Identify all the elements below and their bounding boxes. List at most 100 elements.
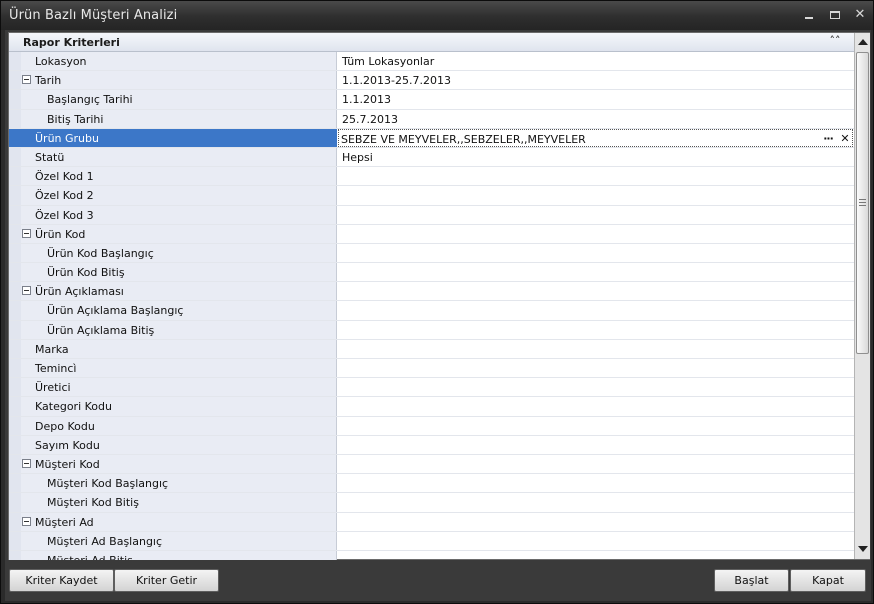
- property-name-cell[interactable]: Tarih: [9, 71, 337, 90]
- property-row[interactable]: Marka: [9, 339, 854, 359]
- row-indent: [9, 224, 21, 243]
- property-name-cell[interactable]: Üretici: [9, 378, 337, 397]
- property-name-cell[interactable]: Lokasyon: [9, 52, 337, 71]
- property-value[interactable]: 1.1.2013: [342, 93, 391, 106]
- property-row[interactable]: Sayım Kodu: [9, 435, 854, 455]
- property-row[interactable]: Temincì: [9, 359, 854, 379]
- property-value[interactable]: 25.7.2013: [342, 113, 398, 126]
- row-indent: [9, 397, 21, 416]
- row-indent: [9, 301, 21, 320]
- property-label: Ürün Kod Bitiş: [47, 266, 125, 280]
- property-name-cell[interactable]: Sayım Kodu: [9, 435, 337, 454]
- property-label: Özel Kod 2: [35, 189, 94, 203]
- property-name-cell[interactable]: Müşteri Ad: [9, 512, 337, 531]
- collapse-minus-icon[interactable]: [22, 516, 31, 526]
- collapse-minus-icon[interactable]: [22, 458, 31, 468]
- property-row[interactable]: Ürün Kod Başlangıç: [9, 243, 854, 264]
- property-row[interactable]: Tarih 1.1.2013-25.7.2013: [9, 71, 854, 91]
- property-name-cell[interactable]: Başlangıç Tarihi: [9, 90, 337, 109]
- property-row[interactable]: Özel Kod 2: [9, 186, 854, 206]
- property-name-cell[interactable]: Depo Kodu: [9, 416, 337, 435]
- category-header[interactable]: Rapor Kriterleri ˄˄: [9, 33, 854, 52]
- property-name-cell[interactable]: Özel Kod 2: [9, 186, 337, 205]
- property-value[interactable]: SEBZE VE MEYVELER,,SEBZELER,,MEYVELER: [341, 133, 586, 146]
- minimize-icon[interactable]: [801, 7, 817, 23]
- property-name-cell[interactable]: Ürün Kod Başlangıç: [9, 243, 337, 263]
- property-name-cell[interactable]: Statü: [9, 147, 337, 167]
- row-indent: [9, 71, 21, 90]
- row-indent: [9, 128, 21, 147]
- collapse-minus-icon[interactable]: [22, 286, 31, 296]
- property-row[interactable]: Özel Kod 3: [9, 205, 854, 225]
- property-name-cell[interactable]: Marka: [9, 339, 337, 358]
- property-row[interactable]: Kategori Kodu: [9, 397, 854, 417]
- row-indent: [9, 378, 21, 397]
- scroll-down-arrow-icon[interactable]: [857, 542, 868, 556]
- property-name-cell[interactable]: Ürün Açıklama Bitiş: [9, 320, 337, 339]
- property-name-cell[interactable]: Ürün Grubu: [9, 128, 337, 147]
- property-row[interactable]: Depo Kodu: [9, 416, 854, 436]
- property-row[interactable]: Müşteri Ad Bitiş: [9, 550, 854, 560]
- save-criteria-button[interactable]: Kriter Kaydet: [9, 569, 114, 592]
- property-row[interactable]: Başlangıç Tarihi 1.1.2013: [9, 90, 854, 110]
- property-row[interactable]: Lokasyon Tüm Lokasyonlar: [9, 52, 854, 72]
- property-name-cell[interactable]: Ürün Kod: [9, 224, 337, 243]
- property-row[interactable]: Ürün Açıklama Bitiş: [9, 320, 854, 340]
- property-row[interactable]: Müşteri Ad Başlangıç: [9, 531, 854, 551]
- property-row[interactable]: Ürün Kod Bitiş: [9, 263, 854, 283]
- property-name-cell[interactable]: Özel Kod 1: [9, 167, 337, 186]
- property-name-cell[interactable]: Müşteri Ad Bitiş: [9, 550, 337, 560]
- property-row[interactable]: Ürün Açıklaması: [9, 282, 854, 302]
- property-label: Özel Kod 1: [35, 170, 94, 184]
- scroll-up-arrow-icon[interactable]: [857, 35, 868, 49]
- property-name-cell[interactable]: Kategori Kodu: [9, 397, 337, 416]
- property-label: Bitiş Tarihi: [47, 112, 104, 126]
- property-name-cell[interactable]: Müşteri Kod: [9, 454, 337, 474]
- property-label: Müşteri Kod: [35, 457, 100, 471]
- property-name-cell[interactable]: Müşteri Kod Başlangıç: [9, 474, 337, 493]
- close-icon[interactable]: ✕: [852, 7, 868, 23]
- property-row[interactable]: Müşteri Kod Başlangıç: [9, 474, 854, 494]
- property-name-cell[interactable]: Ürün Açıklama Başlangıç: [9, 301, 337, 320]
- property-row[interactable]: Statü Hepsi: [9, 147, 854, 168]
- property-value[interactable]: 1.1.2013-25.7.2013: [342, 74, 451, 87]
- property-label: Ürün Açıklama Bitiş: [47, 323, 155, 337]
- start-button[interactable]: Başlat: [714, 569, 789, 592]
- property-row[interactable]: Ürün Açıklama Başlangıç: [9, 301, 854, 321]
- property-label: Temincì: [35, 362, 77, 375]
- close-button[interactable]: Kapat: [790, 569, 866, 592]
- scrollbar-thumb[interactable]: [856, 52, 869, 354]
- property-value-editor[interactable]: SEBZE VE MEYVELER,,SEBZELER,,MEYVELER ···…: [338, 128, 853, 147]
- property-name-cell[interactable]: Müşteri Kod Bitiş: [9, 493, 337, 512]
- property-value[interactable]: Tüm Lokasyonlar: [342, 55, 434, 68]
- clear-icon[interactable]: ✕: [838, 131, 852, 146]
- property-row[interactable]: Üretici: [9, 378, 854, 398]
- property-name-cell[interactable]: Temincì: [9, 359, 337, 378]
- property-row[interactable]: Ürün Grubu SEBZE VE MEYVELER,,SEBZELER,,M…: [9, 128, 854, 148]
- property-name-cell[interactable]: Bitiş Tarihi: [9, 109, 337, 128]
- property-row[interactable]: Ürün Kod: [9, 224, 854, 244]
- property-name-cell[interactable]: Müşteri Ad Başlangıç: [9, 531, 337, 550]
- property-name-cell[interactable]: Ürün Açıklaması: [9, 282, 337, 301]
- property-row[interactable]: Müşteri Ad: [9, 512, 854, 532]
- collapse-minus-icon[interactable]: [22, 75, 31, 85]
- category-title: Rapor Kriterleri: [23, 36, 120, 49]
- property-row[interactable]: Müşteri Kod: [9, 454, 854, 475]
- property-row[interactable]: Müşteri Kod Bitiş: [9, 493, 854, 513]
- property-name-cell[interactable]: Ürün Kod Bitiş: [9, 263, 337, 282]
- vertical-scrollbar[interactable]: [854, 33, 870, 559]
- row-indent: [9, 109, 21, 128]
- row-indent: [9, 512, 21, 531]
- row-indent: [9, 90, 21, 109]
- property-name-cell[interactable]: Özel Kod 3: [9, 205, 337, 224]
- row-indent: [9, 435, 21, 454]
- double-chevron-up-icon[interactable]: ˄˄: [828, 34, 842, 47]
- property-row[interactable]: Özel Kod 1: [9, 167, 854, 187]
- maximize-icon[interactable]: [827, 7, 843, 23]
- ellipsis-icon[interactable]: ···: [821, 131, 835, 146]
- title-bar[interactable]: Ürün Bazlı Müşteri Analizi ✕: [1, 1, 873, 30]
- collapse-minus-icon[interactable]: [22, 228, 31, 238]
- load-criteria-button[interactable]: Kriter Getir: [114, 569, 219, 592]
- property-value[interactable]: Hepsi: [342, 151, 373, 164]
- property-row[interactable]: Bitiş Tarihi 25.7.2013: [9, 109, 854, 129]
